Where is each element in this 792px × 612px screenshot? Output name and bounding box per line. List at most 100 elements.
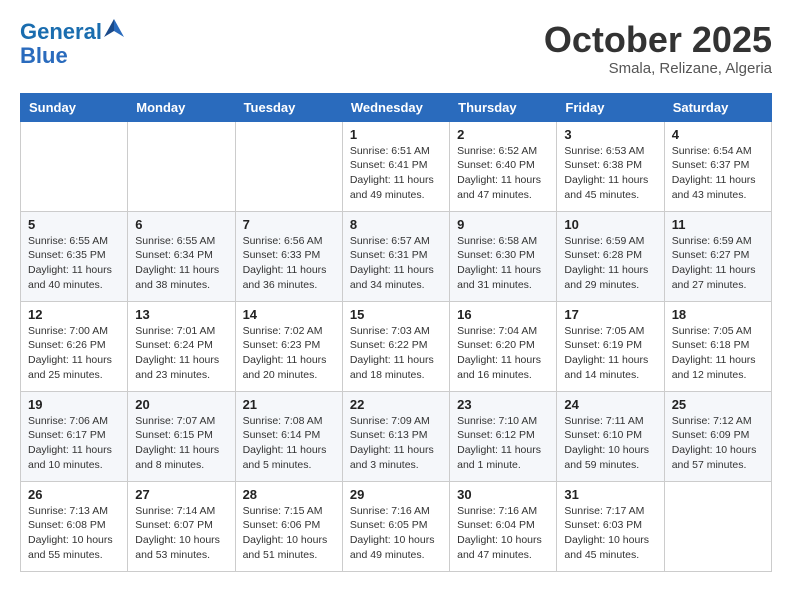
calendar-header-row: SundayMondayTuesdayWednesdayThursdayFrid… bbox=[21, 93, 772, 121]
weekday-header: Tuesday bbox=[235, 93, 342, 121]
logo-blue: Blue bbox=[20, 44, 124, 68]
day-info: Sunrise: 7:10 AM Sunset: 6:12 PM Dayligh… bbox=[457, 414, 549, 473]
day-number: 15 bbox=[350, 307, 442, 322]
calendar-cell bbox=[235, 121, 342, 211]
calendar-week-row: 1Sunrise: 6:51 AM Sunset: 6:41 PM Daylig… bbox=[21, 121, 772, 211]
day-info: Sunrise: 7:06 AM Sunset: 6:17 PM Dayligh… bbox=[28, 414, 120, 473]
calendar-cell: 29 Sunrise: 7:16 AM Sunset: 6:05 PM Dayli… bbox=[342, 481, 449, 571]
calendar-cell: 15 Sunrise: 7:03 AM Sunset: 6:22 PM Dayli… bbox=[342, 301, 449, 391]
day-number: 17 bbox=[564, 307, 656, 322]
day-number: 21 bbox=[243, 397, 335, 412]
calendar-cell: 4 Sunrise: 6:54 AM Sunset: 6:37 PM Daylig… bbox=[664, 121, 771, 211]
day-number: 25 bbox=[672, 397, 764, 412]
day-number: 30 bbox=[457, 487, 549, 502]
calendar-cell: 28 Sunrise: 7:15 AM Sunset: 6:06 PM Dayli… bbox=[235, 481, 342, 571]
calendar-week-row: 5 Sunrise: 6:55 AM Sunset: 6:35 PM Daylig… bbox=[21, 211, 772, 301]
day-info: Sunrise: 7:00 AM Sunset: 6:26 PM Dayligh… bbox=[28, 324, 120, 383]
day-number: 22 bbox=[350, 397, 442, 412]
day-info: Sunrise: 7:16 AM Sunset: 6:04 PM Dayligh… bbox=[457, 504, 549, 563]
day-number: 24 bbox=[564, 397, 656, 412]
day-number: 19 bbox=[28, 397, 120, 412]
calendar-week-row: 26 Sunrise: 7:13 AM Sunset: 6:08 PM Dayli… bbox=[21, 481, 772, 571]
day-info: Sunrise: 6:59 AM Sunset: 6:28 PM Dayligh… bbox=[564, 234, 656, 293]
day-info: Sunrise: 6:57 AM Sunset: 6:31 PM Dayligh… bbox=[350, 234, 442, 293]
day-number: 12 bbox=[28, 307, 120, 322]
day-info: Sunrise: 7:07 AM Sunset: 6:15 PM Dayligh… bbox=[135, 414, 227, 473]
day-info: Sunrise: 7:16 AM Sunset: 6:05 PM Dayligh… bbox=[350, 504, 442, 563]
day-info: Sunrise: 7:11 AM Sunset: 6:10 PM Dayligh… bbox=[564, 414, 656, 473]
weekday-header: Wednesday bbox=[342, 93, 449, 121]
calendar-cell: 19 Sunrise: 7:06 AM Sunset: 6:17 PM Dayli… bbox=[21, 391, 128, 481]
day-number: 14 bbox=[243, 307, 335, 322]
day-number: 27 bbox=[135, 487, 227, 502]
calendar-cell: 17 Sunrise: 7:05 AM Sunset: 6:19 PM Dayli… bbox=[557, 301, 664, 391]
day-info: Sunrise: 6:58 AM Sunset: 6:30 PM Dayligh… bbox=[457, 234, 549, 293]
calendar-cell bbox=[664, 481, 771, 571]
calendar-cell: 3Sunrise: 6:53 AM Sunset: 6:38 PM Daylig… bbox=[557, 121, 664, 211]
calendar-cell: 16Sunrise: 7:04 AM Sunset: 6:20 PM Dayli… bbox=[450, 301, 557, 391]
day-number: 3 bbox=[564, 127, 656, 142]
day-number: 1 bbox=[350, 127, 442, 142]
day-number: 10 bbox=[564, 217, 656, 232]
calendar-cell: 6Sunrise: 6:55 AM Sunset: 6:34 PM Daylig… bbox=[128, 211, 235, 301]
day-info: Sunrise: 7:17 AM Sunset: 6:03 PM Dayligh… bbox=[564, 504, 656, 563]
calendar-week-row: 19 Sunrise: 7:06 AM Sunset: 6:17 PM Dayli… bbox=[21, 391, 772, 481]
day-number: 23 bbox=[457, 397, 549, 412]
day-number: 5 bbox=[28, 217, 120, 232]
calendar-cell: 10 Sunrise: 6:59 AM Sunset: 6:28 PM Dayli… bbox=[557, 211, 664, 301]
day-info: Sunrise: 7:05 AM Sunset: 6:19 PM Dayligh… bbox=[564, 324, 656, 383]
calendar-week-row: 12 Sunrise: 7:00 AM Sunset: 6:26 PM Dayli… bbox=[21, 301, 772, 391]
logo: General Blue bbox=[20, 20, 124, 68]
day-info: Sunrise: 7:14 AM Sunset: 6:07 PM Dayligh… bbox=[135, 504, 227, 563]
day-info: Sunrise: 6:55 AM Sunset: 6:34 PM Dayligh… bbox=[135, 234, 227, 293]
calendar-cell bbox=[21, 121, 128, 211]
day-number: 4 bbox=[672, 127, 764, 142]
day-info: Sunrise: 6:55 AM Sunset: 6:35 PM Dayligh… bbox=[28, 234, 120, 293]
calendar-cell: 27 Sunrise: 7:14 AM Sunset: 6:07 PM Dayli… bbox=[128, 481, 235, 571]
calendar-cell: 8 Sunrise: 6:57 AM Sunset: 6:31 PM Daylig… bbox=[342, 211, 449, 301]
page-header: General Blue October 2025 Smala, Relizan… bbox=[20, 20, 772, 77]
day-number: 8 bbox=[350, 217, 442, 232]
calendar-cell: 12 Sunrise: 7:00 AM Sunset: 6:26 PM Dayli… bbox=[21, 301, 128, 391]
calendar-cell: 24 Sunrise: 7:11 AM Sunset: 6:10 PM Dayli… bbox=[557, 391, 664, 481]
calendar-table: SundayMondayTuesdayWednesdayThursdayFrid… bbox=[20, 93, 772, 572]
calendar-cell: 2 Sunrise: 6:52 AM Sunset: 6:40 PM Daylig… bbox=[450, 121, 557, 211]
calendar-cell: 31Sunrise: 7:17 AM Sunset: 6:03 PM Dayli… bbox=[557, 481, 664, 571]
weekday-header: Monday bbox=[128, 93, 235, 121]
day-number: 18 bbox=[672, 307, 764, 322]
day-info: Sunrise: 6:52 AM Sunset: 6:40 PM Dayligh… bbox=[457, 144, 549, 203]
day-number: 11 bbox=[672, 217, 764, 232]
day-number: 28 bbox=[243, 487, 335, 502]
title-block: October 2025 Smala, Relizane, Algeria bbox=[544, 20, 772, 77]
day-info: Sunrise: 7:05 AM Sunset: 6:18 PM Dayligh… bbox=[672, 324, 764, 383]
calendar-cell: 21Sunrise: 7:08 AM Sunset: 6:14 PM Dayli… bbox=[235, 391, 342, 481]
day-number: 20 bbox=[135, 397, 227, 412]
day-number: 16 bbox=[457, 307, 549, 322]
location: Smala, Relizane, Algeria bbox=[544, 60, 772, 77]
day-info: Sunrise: 7:09 AM Sunset: 6:13 PM Dayligh… bbox=[350, 414, 442, 473]
day-info: Sunrise: 7:15 AM Sunset: 6:06 PM Dayligh… bbox=[243, 504, 335, 563]
weekday-header: Friday bbox=[557, 93, 664, 121]
weekday-header: Sunday bbox=[21, 93, 128, 121]
day-info: Sunrise: 6:54 AM Sunset: 6:37 PM Dayligh… bbox=[672, 144, 764, 203]
day-number: 26 bbox=[28, 487, 120, 502]
weekday-header: Saturday bbox=[664, 93, 771, 121]
calendar-cell: 20 Sunrise: 7:07 AM Sunset: 6:15 PM Dayli… bbox=[128, 391, 235, 481]
calendar-cell: 23 Sunrise: 7:10 AM Sunset: 6:12 PM Dayli… bbox=[450, 391, 557, 481]
day-info: Sunrise: 6:56 AM Sunset: 6:33 PM Dayligh… bbox=[243, 234, 335, 293]
day-info: Sunrise: 7:01 AM Sunset: 6:24 PM Dayligh… bbox=[135, 324, 227, 383]
calendar-cell: 9 Sunrise: 6:58 AM Sunset: 6:30 PM Daylig… bbox=[450, 211, 557, 301]
day-number: 29 bbox=[350, 487, 442, 502]
day-number: 7 bbox=[243, 217, 335, 232]
calendar-cell: 5 Sunrise: 6:55 AM Sunset: 6:35 PM Daylig… bbox=[21, 211, 128, 301]
day-info: Sunrise: 7:02 AM Sunset: 6:23 PM Dayligh… bbox=[243, 324, 335, 383]
calendar-cell bbox=[128, 121, 235, 211]
day-number: 13 bbox=[135, 307, 227, 322]
day-number: 2 bbox=[457, 127, 549, 142]
day-info: Sunrise: 6:59 AM Sunset: 6:27 PM Dayligh… bbox=[672, 234, 764, 293]
day-info: Sunrise: 7:03 AM Sunset: 6:22 PM Dayligh… bbox=[350, 324, 442, 383]
day-number: 9 bbox=[457, 217, 549, 232]
day-info: Sunrise: 7:13 AM Sunset: 6:08 PM Dayligh… bbox=[28, 504, 120, 563]
weekday-header: Thursday bbox=[450, 93, 557, 121]
logo-text: General bbox=[20, 20, 102, 44]
